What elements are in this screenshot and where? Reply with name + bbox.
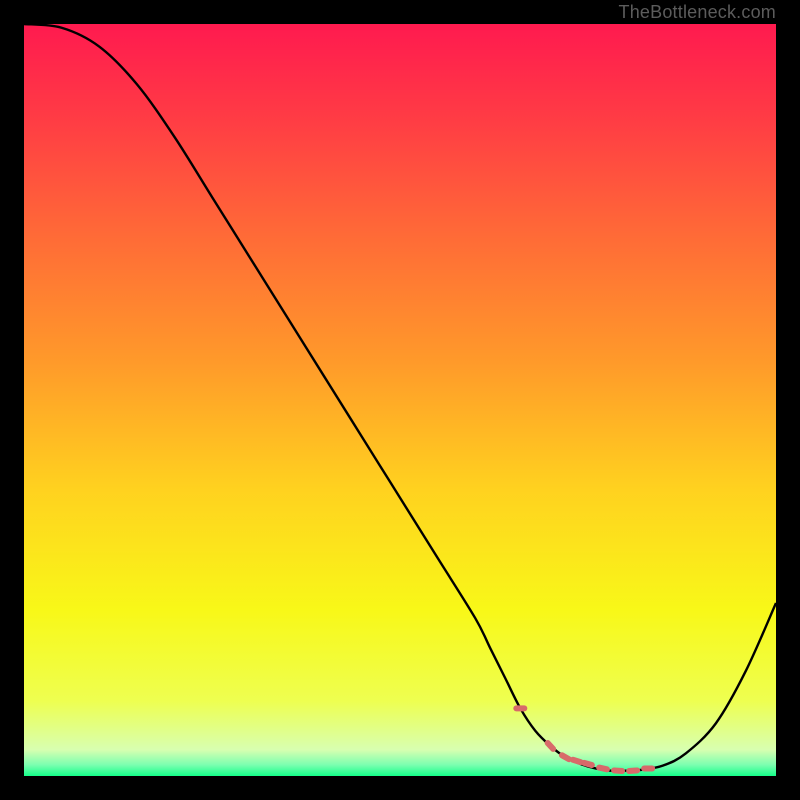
plot-area [24, 24, 776, 776]
optimal-marker [611, 767, 625, 774]
optimal-marker [641, 765, 655, 771]
chart-frame: TheBottleneck.com [0, 0, 800, 800]
chart-svg [24, 24, 776, 776]
optimal-marker [543, 739, 557, 753]
bottleneck-curve [24, 24, 776, 771]
optimal-marker [626, 767, 640, 774]
optimal-marker [596, 764, 611, 773]
optimal-marker [513, 705, 527, 711]
watermark-text: TheBottleneck.com [619, 2, 776, 23]
